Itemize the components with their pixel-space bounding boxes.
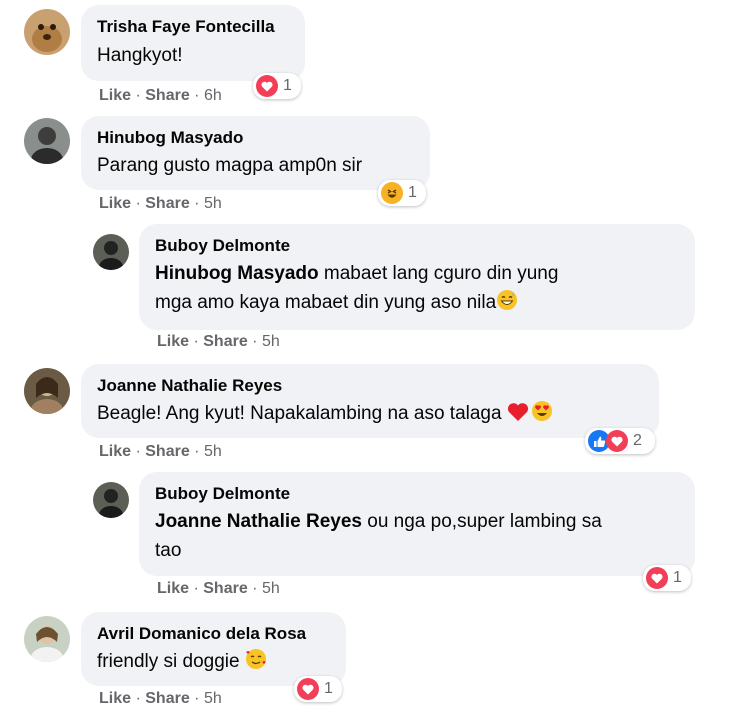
comment-text-line1: mabaet lang cguro din yung [318, 263, 559, 284]
comment-author[interactable]: Joanne Nathalie Reyes [97, 376, 643, 396]
avatar[interactable] [24, 9, 70, 55]
avatar[interactable] [24, 368, 70, 414]
comment-text-line2: tao [155, 540, 182, 561]
comment-text: Parang gusto magpa amp0n sir [97, 155, 363, 176]
reaction-summary[interactable]: 1 [643, 565, 691, 591]
separator: · [194, 443, 204, 460]
separator: · [135, 87, 146, 104]
separator: · [194, 195, 204, 212]
comment-actions: Like · Share · 5h [99, 443, 222, 461]
comment-author[interactable]: Hinubog Masyado [97, 128, 414, 148]
share-button[interactable]: Share [203, 333, 247, 350]
separator: · [193, 333, 204, 350]
avatar[interactable] [24, 118, 70, 164]
avatar[interactable] [24, 616, 70, 662]
like-button[interactable]: Like [99, 195, 131, 212]
reaction-summary[interactable]: 1 [378, 180, 426, 206]
comment-author[interactable]: Avril Domanico dela Rosa [97, 624, 330, 644]
comment-bubble: Hinubog Masyado Parang gusto magpa amp0n… [81, 116, 430, 190]
like-button[interactable]: Like [99, 690, 131, 707]
comment-text: friendly si doggie [97, 647, 330, 679]
reaction-count: 1 [324, 680, 333, 697]
comment-text: Hinubog Masyado mabaet lang cguro din yu… [155, 259, 679, 320]
timestamp[interactable]: 5h [204, 443, 222, 460]
comment-text-body: friendly si doggie [97, 651, 245, 672]
separator: · [252, 333, 262, 350]
comment-actions: Like · Share · 5h [99, 195, 222, 213]
like-button[interactable]: Like [99, 443, 131, 460]
comment-actions: Like · Share · 6h [99, 87, 222, 105]
reaction-count: 2 [633, 432, 642, 449]
love-reaction-icon [297, 678, 319, 700]
share-button[interactable]: Share [203, 580, 247, 597]
reaction-count: 1 [673, 569, 682, 586]
comment-text-body: Beagle! Ang kyut! Napakalambing na aso t… [97, 403, 507, 424]
mention-link[interactable]: Hinubog Masyado [155, 263, 319, 284]
comment-bubble: Buboy Delmonte Joanne Nathalie Reyes ou … [139, 472, 695, 576]
like-button[interactable]: Like [99, 87, 131, 104]
mention-link[interactable]: Joanne Nathalie Reyes [155, 511, 362, 532]
separator: · [193, 580, 204, 597]
separator: · [135, 443, 146, 460]
separator: · [135, 690, 146, 707]
reaction-summary[interactable]: 1 [294, 676, 342, 702]
separator: · [194, 87, 204, 104]
comment-bubble: Avril Domanico dela Rosa friendly si dog… [81, 612, 346, 686]
red-heart-emoji-icon [507, 402, 529, 431]
reaction-summary[interactable]: 1 [253, 73, 301, 99]
share-button[interactable]: Share [145, 443, 189, 460]
reaction-count: 1 [283, 77, 292, 94]
comment-text: Beagle! Ang kyut! Napakalambing na aso t… [97, 399, 643, 431]
comment-actions: Like · Share · 5h [99, 690, 222, 708]
share-button[interactable]: Share [145, 690, 189, 707]
comment-text-line2: mga amo kaya mabaet din yung aso nila [155, 292, 497, 313]
separator: · [252, 580, 262, 597]
timestamp[interactable]: 5h [204, 690, 222, 707]
comment-author[interactable]: Buboy Delmonte [155, 236, 679, 256]
timestamp[interactable]: 6h [204, 87, 222, 104]
heart-eyes-emoji-icon [531, 400, 553, 431]
comment-bubble: Buboy Delmonte Hinubog Masyado mabaet la… [139, 224, 695, 330]
separator: · [194, 690, 204, 707]
comment-actions: Like · Share · 5h [157, 580, 280, 598]
smiling-face-with-hearts-emoji-icon [245, 648, 267, 679]
separator: · [135, 195, 146, 212]
reaction-count: 1 [408, 184, 417, 201]
comment-text-line1: ou nga po,super lambing sa [361, 511, 602, 532]
timestamp[interactable]: 5h [262, 580, 280, 597]
love-reaction-icon [606, 430, 628, 452]
share-button[interactable]: Share [145, 195, 189, 212]
avatar[interactable] [93, 482, 129, 518]
haha-reaction-icon [381, 182, 403, 204]
comment-bubble: Joanne Nathalie Reyes Beagle! Ang kyut! … [81, 364, 659, 438]
share-button[interactable]: Share [145, 87, 189, 104]
comment-actions: Like · Share · 5h [157, 333, 280, 351]
like-button[interactable]: Like [157, 333, 189, 350]
comment-author[interactable]: Buboy Delmonte [155, 484, 679, 504]
comment-author[interactable]: Trisha Faye Fontecilla [97, 17, 289, 37]
grinning-sweat-emoji-icon [496, 289, 518, 320]
comment-bubble: Trisha Faye Fontecilla Hangkyot! [81, 5, 305, 81]
love-reaction-icon [256, 75, 278, 97]
comment-text: Joanne Nathalie Reyes ou nga po,super la… [155, 507, 679, 565]
like-button[interactable]: Like [157, 580, 189, 597]
timestamp[interactable]: 5h [262, 333, 280, 350]
reaction-summary[interactable]: 2 [585, 428, 655, 454]
avatar[interactable] [93, 234, 129, 270]
love-reaction-icon [646, 567, 668, 589]
timestamp[interactable]: 5h [204, 195, 222, 212]
comment-text: Hangkyot! [97, 45, 183, 66]
